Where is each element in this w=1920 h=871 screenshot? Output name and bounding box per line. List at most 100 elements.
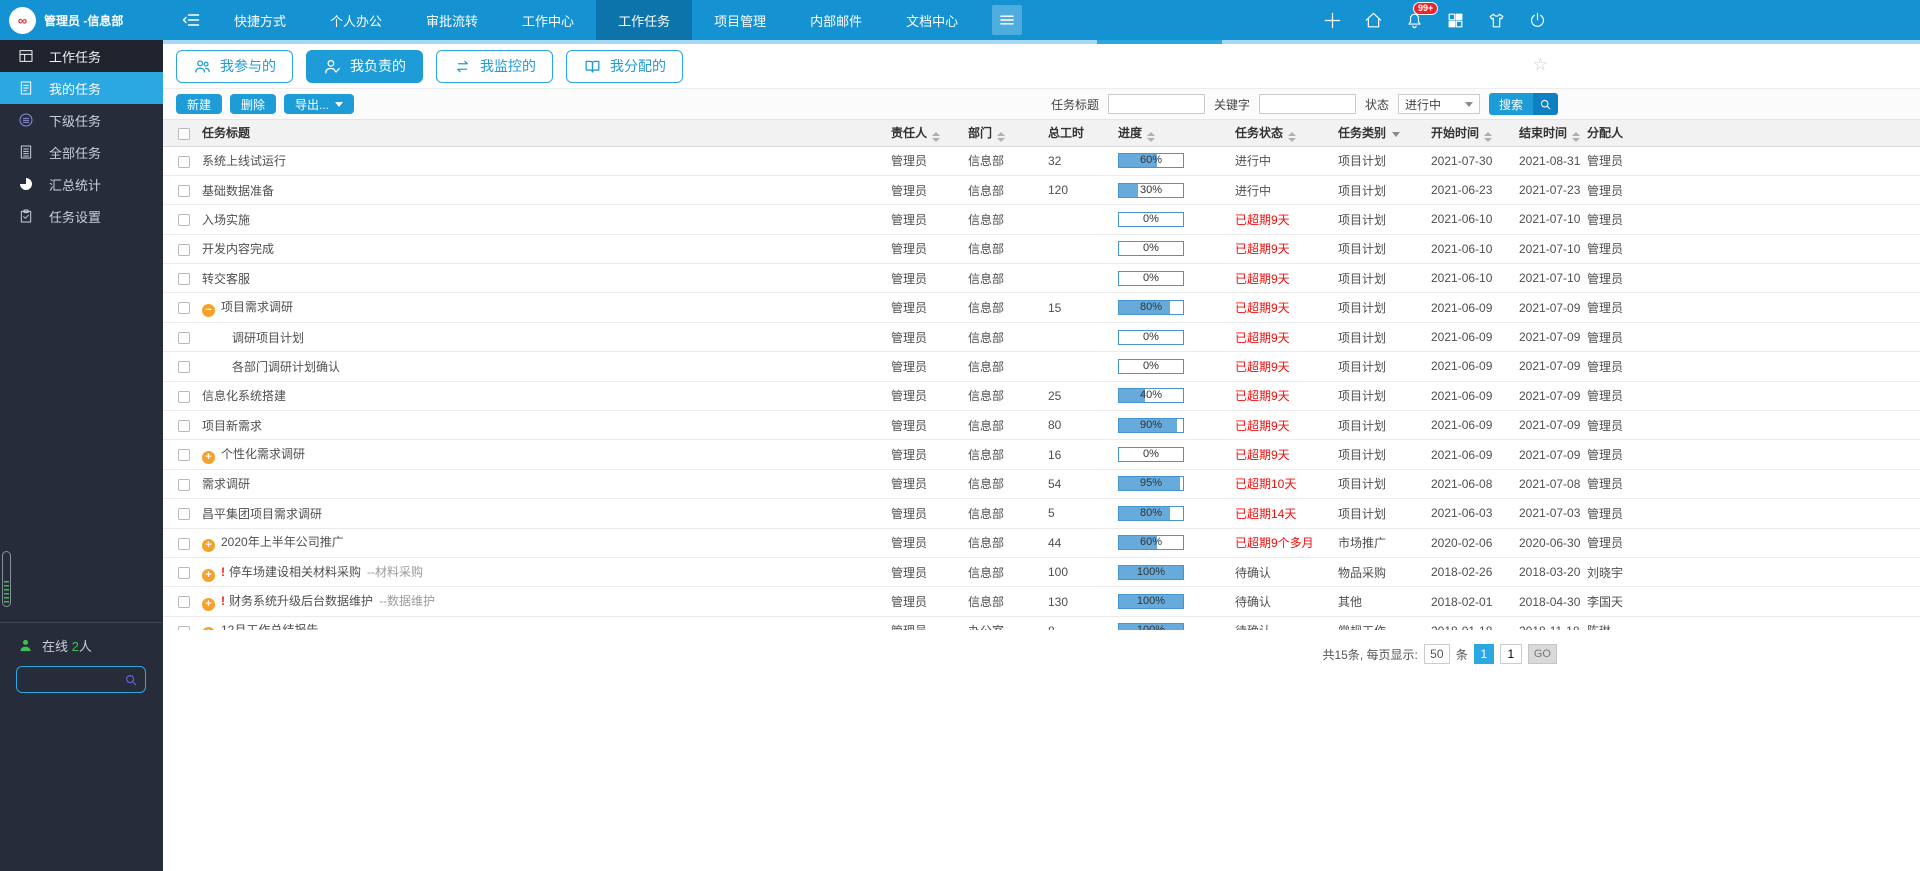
column-header[interactable]: 开始时间 xyxy=(1425,120,1513,147)
task-title[interactable]: 项目需求调研 xyxy=(221,300,293,314)
sidebar-item-task-settings[interactable]: 任务设置 xyxy=(0,200,163,232)
row-checkbox[interactable] xyxy=(178,537,190,550)
row-checkbox[interactable] xyxy=(178,390,190,403)
column-header[interactable]: 进度 xyxy=(1112,120,1229,147)
row-checkbox[interactable] xyxy=(178,243,190,256)
row-checkbox[interactable] xyxy=(178,449,190,462)
home-icon[interactable] xyxy=(1363,10,1384,31)
favorite-star-icon[interactable]: ☆ xyxy=(1533,56,1548,73)
sidebar-item-work-tasks[interactable]: 工作任务 xyxy=(0,40,163,72)
row-checkbox[interactable] xyxy=(178,361,190,374)
top-menu-item[interactable]: 项目管理 xyxy=(692,0,788,40)
column-header[interactable]: 任务类别 xyxy=(1332,120,1425,147)
top-menu-item[interactable]: 审批流转 xyxy=(404,0,500,40)
sidebar-search-input[interactable] xyxy=(25,671,124,688)
tab-assigned[interactable]: 我分配的 xyxy=(566,49,683,83)
tree-expand-icon[interactable]: + xyxy=(202,451,215,465)
goto-page-input[interactable] xyxy=(1499,644,1522,664)
tab-participated[interactable]: 我参与的 xyxy=(176,49,293,83)
task-title[interactable]: 昌平集团项目需求调研 xyxy=(202,507,322,521)
row-checkbox[interactable] xyxy=(178,302,190,315)
sort-arrows-icon[interactable] xyxy=(997,131,1006,142)
title-filter-input[interactable] xyxy=(1107,94,1205,114)
go-button[interactable]: GO xyxy=(1527,644,1557,664)
sort-arrows-icon[interactable] xyxy=(1288,131,1297,142)
tree-expand-icon[interactable]: + xyxy=(202,568,215,582)
task-title[interactable]: 调研项目计划 xyxy=(232,331,304,345)
row-checkbox[interactable] xyxy=(178,331,190,344)
tree-expand-icon[interactable]: + xyxy=(202,627,215,630)
task-title[interactable]: 需求调研 xyxy=(202,477,250,491)
sidebar-item-my-tasks[interactable]: 我的任务 xyxy=(0,72,163,104)
task-title[interactable]: 停车场建设相关材料采购 xyxy=(229,565,361,579)
sort-arrows-icon[interactable] xyxy=(1147,131,1156,142)
more-menu-icon[interactable] xyxy=(992,5,1023,35)
task-title[interactable]: 开发内容完成 xyxy=(202,242,274,256)
task-title[interactable]: 个性化需求调研 xyxy=(221,447,305,461)
task-title[interactable]: 基础数据准备 xyxy=(202,184,274,198)
search-icon[interactable] xyxy=(124,673,138,687)
row-checkbox[interactable] xyxy=(178,596,190,609)
task-title[interactable]: 系统上线试运行 xyxy=(202,154,286,168)
sidebar-item-all-tasks[interactable]: 全部任务 xyxy=(0,136,163,168)
task-title[interactable]: 入场实施 xyxy=(202,213,250,227)
task-title[interactable]: 2020年上半年公司推广 xyxy=(221,535,344,549)
column-header[interactable]: 总工时 xyxy=(1042,120,1112,147)
top-menu-item[interactable]: 内部邮件 xyxy=(788,0,884,40)
row-checkbox[interactable] xyxy=(178,214,190,227)
tab-responsible[interactable]: 我负责的 xyxy=(306,49,423,83)
sidebar-resize-handle[interactable] xyxy=(2,551,11,607)
new-button[interactable]: 新建 xyxy=(176,94,223,114)
top-menu-item[interactable]: 快捷方式 xyxy=(212,0,308,40)
filter-caret-icon[interactable] xyxy=(1392,132,1401,138)
column-header[interactable]: 任务标题 xyxy=(199,120,885,147)
top-menu-item[interactable]: 个人办公 xyxy=(308,0,404,40)
sidebar-item-summary-stats[interactable]: 汇总统计 xyxy=(0,168,163,200)
keyword-filter-input[interactable] xyxy=(1258,94,1356,114)
tab-monitored[interactable]: 我监控的 xyxy=(436,49,553,83)
status-select[interactable]: 进行中 xyxy=(1397,94,1480,114)
top-menu-item[interactable]: 文档中心 xyxy=(884,0,980,40)
row-checkbox[interactable] xyxy=(178,625,190,630)
top-menu-item[interactable]: 工作中心 xyxy=(500,0,596,40)
row-checkbox[interactable] xyxy=(178,508,190,521)
top-menu-item-active[interactable]: 工作任务 xyxy=(596,0,693,40)
task-title[interactable]: 12月工作总结报告 xyxy=(221,623,318,630)
task-title[interactable]: 财务系统升级后台数据维护 xyxy=(229,594,373,608)
row-checkbox[interactable] xyxy=(178,155,190,168)
current-page-button[interactable]: 1 xyxy=(1473,644,1494,664)
column-header[interactable]: 任务状态 xyxy=(1229,120,1332,147)
sort-arrows-icon[interactable] xyxy=(1572,131,1581,142)
tree-expand-icon[interactable]: + xyxy=(202,598,215,612)
theme-shirt-icon[interactable] xyxy=(1486,10,1507,31)
collapse-menu-icon[interactable] xyxy=(178,7,204,33)
task-title[interactable]: 各部门调研计划确认 xyxy=(232,360,340,374)
sort-arrows-icon[interactable] xyxy=(932,131,941,142)
tree-collapse-icon[interactable]: − xyxy=(202,304,215,318)
task-title[interactable]: 项目新需求 xyxy=(202,419,262,433)
export-button[interactable]: 导出... xyxy=(284,94,355,114)
logout-power-icon[interactable] xyxy=(1527,10,1548,31)
task-title[interactable]: 转交客服 xyxy=(202,272,250,286)
page-size-box[interactable]: 50 xyxy=(1423,644,1450,664)
column-header[interactable]: 部门 xyxy=(962,120,1042,147)
row-checkbox[interactable] xyxy=(178,184,190,197)
row-checkbox[interactable] xyxy=(178,478,190,491)
row-checkbox[interactable] xyxy=(178,566,190,579)
search-button[interactable]: 搜索 xyxy=(1488,93,1558,115)
sidebar-item-subordinate-tasks[interactable]: 下级任务 xyxy=(0,104,163,136)
column-header[interactable]: 结束时间 xyxy=(1513,120,1581,147)
tree-expand-icon[interactable]: + xyxy=(202,539,215,553)
sort-arrows-icon[interactable] xyxy=(1484,131,1493,142)
delete-button[interactable]: 删除 xyxy=(230,94,277,114)
select-all-checkbox[interactable] xyxy=(178,127,190,140)
column-header[interactable]: 责任人 xyxy=(885,120,962,147)
task-title[interactable]: 信息化系统搭建 xyxy=(202,389,286,403)
column-header[interactable]: 分配人 xyxy=(1581,120,1920,147)
apps-grid-icon[interactable] xyxy=(1445,10,1466,31)
row-checkbox[interactable] xyxy=(178,420,190,433)
online-users[interactable]: 在线 2人 xyxy=(18,636,92,655)
row-checkbox[interactable] xyxy=(178,273,190,286)
add-icon[interactable] xyxy=(1322,10,1343,31)
notifications-bell-icon[interactable]: 99+ xyxy=(1404,1,1439,31)
